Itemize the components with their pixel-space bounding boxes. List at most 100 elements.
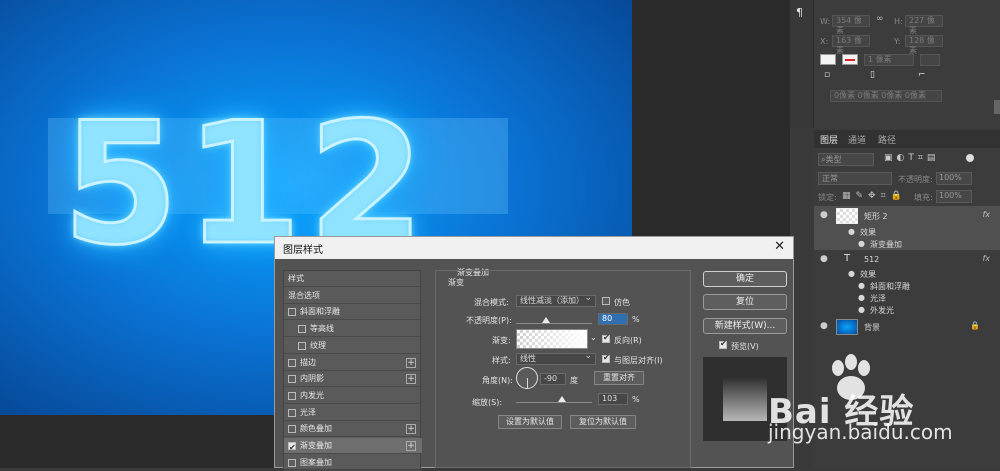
close-icon[interactable]: ✕ (774, 240, 785, 254)
style-checkbox[interactable] (288, 440, 296, 456)
fx-icon[interactable]: fx (982, 254, 990, 263)
lock-icons[interactable]: ▦✎✥⌗🔒 (842, 191, 907, 201)
stroke-corner-icon[interactable]: ⌐ (918, 70, 926, 80)
add-effect-icon[interactable]: + (406, 441, 416, 451)
width-field[interactable]: 354 像素 (832, 15, 870, 35)
effect-row[interactable]: ● 外发光 (814, 304, 1000, 316)
eye-icon[interactable]: ● (858, 293, 865, 302)
effects-row[interactable]: ● 效果 (814, 226, 1000, 238)
effect-row[interactable]: ● 渐变叠加 (814, 238, 1000, 250)
style-list-item[interactable]: 描边 + (284, 355, 422, 371)
add-effect-icon[interactable]: + (406, 424, 416, 435)
effect-row[interactable]: ● 光泽 (814, 292, 1000, 304)
align-stroke-icon[interactable]: ▫ (824, 70, 830, 80)
opacity-slider-knob[interactable] (542, 317, 550, 323)
style-list-item[interactable]: 颜色叠加 + (284, 421, 422, 438)
scale-slider-knob[interactable] (558, 396, 566, 402)
x-field[interactable]: 163 像素 (832, 35, 870, 55)
ok-button[interactable]: 确定 (703, 271, 787, 287)
style-list-label: 混合选项 (288, 290, 320, 300)
stroke-swatch[interactable] (842, 54, 858, 65)
layer-row-text[interactable]: ● T 512 fx (814, 252, 1000, 268)
style-checkbox[interactable] (288, 458, 296, 467)
style-list-item[interactable]: 内发光 (284, 388, 422, 404)
scale-slider[interactable] (516, 402, 592, 403)
w-label: W: (820, 17, 831, 26)
stroke-cap-icon[interactable]: ▯ (870, 70, 875, 80)
filter-toggle-icon[interactable] (966, 154, 974, 162)
reset-button[interactable]: 复位 (703, 294, 787, 310)
y-field[interactable]: 128 像素 (905, 35, 943, 55)
style-checkbox[interactable] (288, 375, 296, 384)
link-icon[interactable]: ∞ (876, 14, 884, 24)
add-effect-icon[interactable]: + (406, 357, 416, 368)
style-list-label: 图案叠加 (300, 457, 332, 467)
eye-icon[interactable]: ● (820, 254, 828, 264)
paragraph-icon[interactable]: ¶ (796, 6, 803, 19)
fx-icon[interactable]: fx (982, 210, 990, 219)
eye-icon[interactable]: ● (820, 321, 828, 331)
eye-icon[interactable]: ● (848, 227, 855, 236)
make-default-button[interactable]: 设置为默认值 (498, 415, 562, 429)
props-scrollbar[interactable] (994, 100, 1000, 114)
layer-style-dialog: 图层样式 ✕ 样式 混合选项 斜面和浮雕 等高线 纹理 描边 + 内阴影 + 内发光 光泽 颜色叠加 +… (274, 236, 794, 471)
layer-row-background[interactable]: ● 背景 🔒 (814, 318, 1000, 336)
opacity-field[interactable]: 100% (936, 172, 972, 185)
style-list-item[interactable]: 图案叠加 (284, 455, 422, 471)
effects-row[interactable]: ● 效果 (814, 268, 1000, 280)
stroke-width-field[interactable]: 1 像素 (864, 54, 914, 66)
new-style-button[interactable]: 新建样式(W)... (703, 318, 787, 334)
style-checkbox[interactable] (298, 341, 306, 350)
effect-row[interactable]: ● 斜面和浮雕 (814, 280, 1000, 292)
align-layer-checkbox[interactable] (602, 353, 610, 363)
style-checkbox[interactable] (288, 308, 296, 317)
style-list-item[interactable]: 光泽 (284, 405, 422, 421)
preview-checkbox[interactable] (719, 339, 727, 349)
gradient-style-select[interactable]: 线性 (516, 351, 596, 365)
add-effect-icon[interactable]: + (406, 374, 416, 385)
style-list-item[interactable]: 样式 (284, 271, 422, 287)
eye-icon[interactable]: ● (858, 281, 865, 290)
fill-swatch[interactable] (820, 54, 836, 65)
tab-paths[interactable]: 路径 (878, 133, 896, 146)
opacity-slider[interactable] (516, 323, 592, 324)
angle-input[interactable]: -90 (540, 373, 566, 385)
reset-default-button[interactable]: 复位为默认值 (570, 415, 636, 429)
blend-mode-select[interactable]: 线性减淡（添加） (516, 293, 596, 307)
style-list-item[interactable]: 斜面和浮雕 (284, 304, 422, 321)
style-list-label: 光泽 (300, 407, 316, 417)
opacity-input[interactable]: 80 (598, 313, 628, 325)
tab-layers[interactable]: 图层 (820, 133, 838, 146)
fill-field[interactable]: 100% (936, 190, 972, 203)
eye-icon[interactable]: ● (858, 305, 865, 314)
style-list-item[interactable]: 纹理 (284, 338, 422, 354)
style-checkbox[interactable] (288, 408, 296, 417)
style-list-item[interactable]: 内阴影 + (284, 371, 422, 388)
layer-filter-select[interactable]: ⌕类型 (818, 153, 874, 166)
scale-input[interactable]: 103 (598, 393, 628, 405)
style-list-label: 斜面和浮雕 (300, 307, 340, 317)
height-field[interactable]: 227 像素 (905, 15, 943, 35)
layer-filter-icons[interactable]: ▣◐T⌗▤ (884, 153, 939, 163)
reset-alignment-button[interactable]: 重置对齐 (594, 371, 644, 385)
style-checkbox[interactable] (288, 425, 296, 434)
eye-icon[interactable]: ● (848, 269, 855, 278)
style-list-item[interactable]: 混合选项 (284, 288, 422, 304)
style-list-item[interactable]: 等高线 (284, 321, 422, 338)
style-checkbox[interactable] (298, 325, 306, 334)
style-list-item[interactable]: 渐变叠加 + (284, 438, 422, 456)
angle-dial[interactable] (516, 367, 538, 389)
eye-icon[interactable]: ● (858, 239, 865, 248)
eye-icon[interactable]: ● (820, 210, 828, 220)
reverse-checkbox[interactable] (602, 333, 610, 343)
layer-row-rectangle[interactable]: ● 矩形 2 fx (814, 206, 1000, 226)
gradient-dropdown-icon[interactable]: ⌄ (590, 333, 597, 342)
style-checkbox[interactable] (288, 358, 296, 367)
dither-checkbox[interactable] (602, 297, 610, 305)
stroke-type-select[interactable] (920, 54, 940, 66)
gradient-preview[interactable] (516, 329, 588, 349)
style-checkbox[interactable] (288, 391, 296, 400)
blend-mode-select[interactable]: 正常 (818, 172, 892, 185)
corner-radius-field[interactable]: 0像素 0像素 0像素 0像素 (830, 90, 942, 102)
tab-channels[interactable]: 通道 (848, 133, 866, 146)
